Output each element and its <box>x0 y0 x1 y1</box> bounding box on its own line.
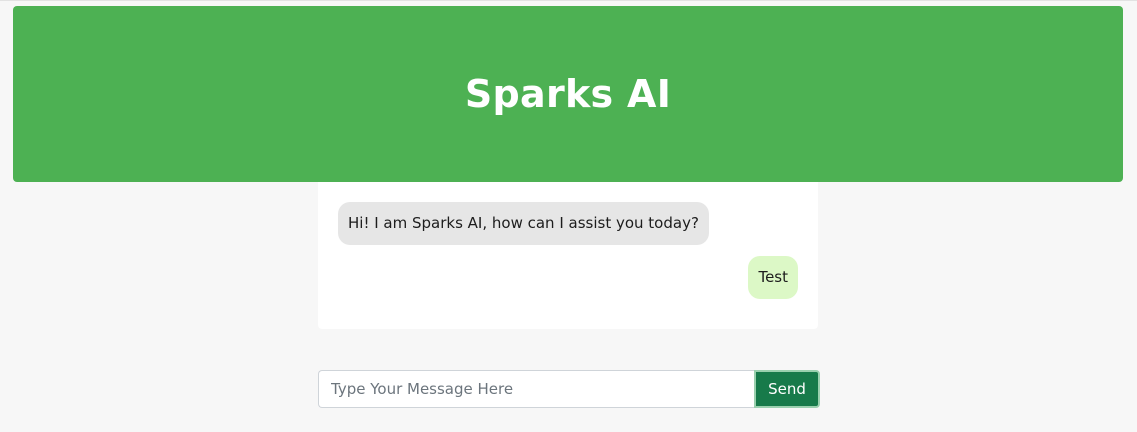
app-header: Sparks AI <box>13 6 1123 182</box>
user-message: Test <box>748 256 798 299</box>
message-composer: Send <box>318 370 820 408</box>
send-button[interactable]: Send <box>754 370 820 408</box>
bot-message: Hi! I am Sparks AI, how can I assist you… <box>338 202 709 245</box>
top-divider <box>0 0 1137 1</box>
chat-messages-panel[interactable]: Hi! I am Sparks AI, how can I assist you… <box>318 182 818 329</box>
message-input[interactable] <box>318 370 754 408</box>
app-title: Sparks AI <box>464 72 672 116</box>
